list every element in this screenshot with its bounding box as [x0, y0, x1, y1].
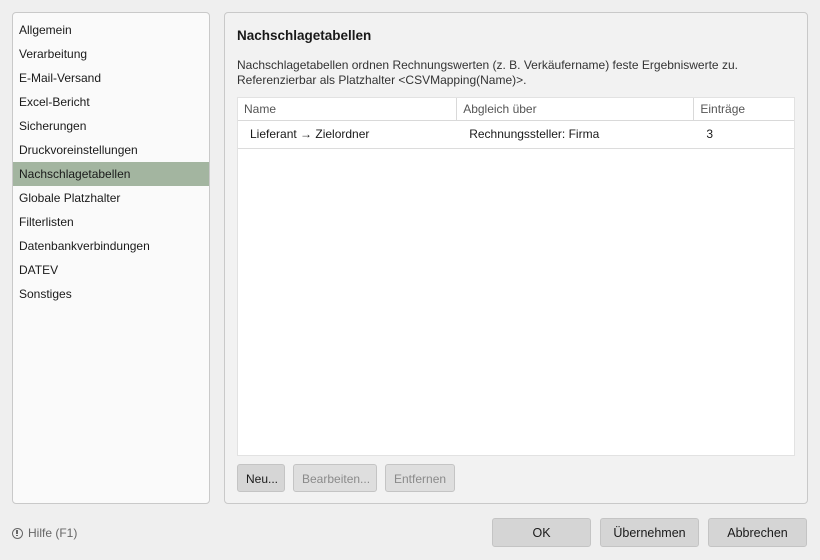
- settings-panel: Nachschlagetabellen Nachschlagetabellen …: [224, 12, 808, 504]
- cancel-button[interactable]: Abbrechen: [708, 518, 807, 547]
- sidebar-item-globale-platzhalter[interactable]: Globale Platzhalter: [13, 186, 209, 210]
- sidebar-item-datenbankverbindungen[interactable]: Datenbankverbindungen: [13, 234, 209, 258]
- panel-description: Nachschlagetabellen ordnen Rechnungswert…: [237, 58, 797, 88]
- panel-description-line1: Nachschlagetabellen ordnen Rechnungswert…: [237, 58, 738, 72]
- cell-count: 3: [706, 127, 714, 141]
- sidebar-item-allgemein[interactable]: Allgemein: [13, 18, 209, 42]
- help-label: Hilfe (F1): [28, 526, 78, 540]
- panel-title: Nachschlagetabellen: [237, 28, 372, 43]
- sidebar-item-verarbeitung[interactable]: Verarbeitung: [13, 42, 209, 66]
- lookup-table: Name Abgleich über Einträge Lieferant → …: [237, 97, 795, 456]
- column-header-match[interactable]: Abgleich über: [457, 98, 695, 120]
- sidebar-item-excel-bericht[interactable]: Excel-Bericht: [13, 90, 209, 114]
- table-header: Name Abgleich über Einträge: [238, 98, 794, 121]
- edit-button[interactable]: Bearbeiten...: [293, 464, 377, 492]
- table-actions: Neu... Bearbeiten... Entfernen: [237, 464, 455, 492]
- sidebar-item-filterlisten[interactable]: Filterlisten: [13, 210, 209, 234]
- settings-sidebar: Allgemein Verarbeitung E-Mail-Versand Ex…: [12, 12, 210, 504]
- sidebar-item-nachschlagetabellen[interactable]: Nachschlagetabellen: [13, 162, 209, 186]
- info-icon: [12, 527, 23, 539]
- ok-button[interactable]: OK: [492, 518, 591, 547]
- apply-button[interactable]: Übernehmen: [600, 518, 699, 547]
- panel-description-line2: Referenzierbar als Platzhalter <CSVMappi…: [237, 73, 527, 87]
- column-header-count[interactable]: Einträge: [694, 98, 794, 120]
- cell-match: Rechnungssteller: Firma: [469, 127, 600, 141]
- remove-button[interactable]: Entfernen: [385, 464, 455, 492]
- sidebar-item-datev[interactable]: DATEV: [13, 258, 209, 282]
- new-button[interactable]: Neu...: [237, 464, 285, 492]
- sidebar-item-email-versand[interactable]: E-Mail-Versand: [13, 66, 209, 90]
- sidebar-item-sonstiges[interactable]: Sonstiges: [13, 282, 209, 306]
- sidebar-item-druckvoreinstellungen[interactable]: Druckvoreinstellungen: [13, 138, 209, 162]
- table-row[interactable]: Lieferant → Zielordner Rechnungssteller:…: [238, 121, 794, 149]
- sidebar-item-sicherungen[interactable]: Sicherungen: [13, 114, 209, 138]
- help-link[interactable]: Hilfe (F1): [12, 526, 77, 540]
- cell-name: Lieferant → Zielordner: [250, 127, 370, 141]
- column-header-name[interactable]: Name: [238, 98, 458, 120]
